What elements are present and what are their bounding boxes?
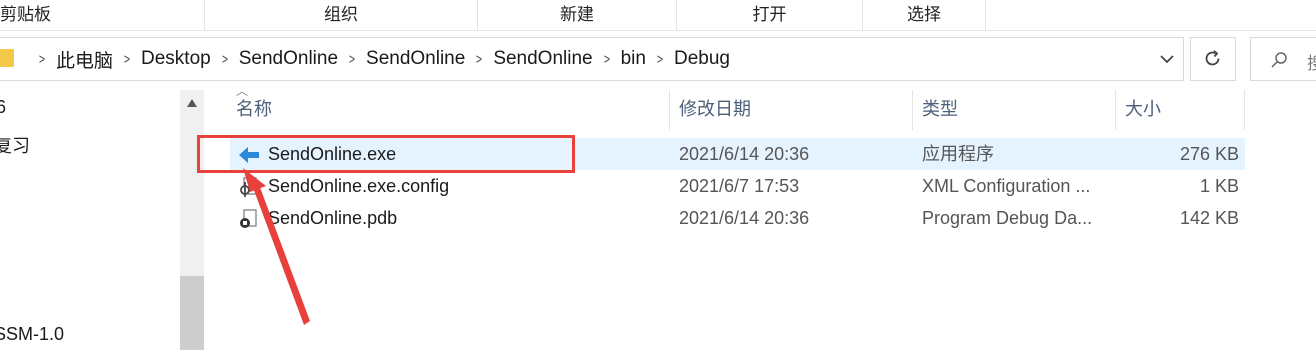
- pdb-file-icon: [240, 209, 257, 228]
- ribbon-group-select: 选择: [907, 5, 941, 24]
- search-placeholder: 搜: [1307, 54, 1316, 73]
- breadcrumb-sendonline-1[interactable]: SendOnline: [239, 48, 338, 70]
- chevron-down-icon[interactable]: [1158, 50, 1176, 68]
- column-header-type[interactable]: 类型: [922, 90, 958, 130]
- file-size: 1 KB: [1199, 176, 1239, 196]
- search-icon: [1271, 52, 1287, 68]
- file-date: 2021/6/14 20:36: [679, 208, 810, 228]
- ribbon-group-clipboard: 剪贴板: [0, 5, 51, 24]
- chevron-right-icon[interactable]: >: [35, 51, 49, 68]
- file-row-sendonline-exe-config[interactable]: SendOnline.exe.config 2021/6/7 17:53 XML…: [230, 170, 1245, 202]
- breadcrumb-bin[interactable]: bin: [621, 48, 646, 70]
- chevron-right-icon[interactable]: >: [472, 51, 486, 68]
- chevron-right-icon[interactable]: >: [218, 51, 232, 68]
- column-headers: 名称 修改日期 类型 大小: [205, 90, 1245, 130]
- column-divider[interactable]: [912, 90, 913, 130]
- folder-icon: [0, 49, 14, 67]
- column-divider[interactable]: [1115, 90, 1116, 130]
- ribbon-group-organize: 组织: [324, 5, 358, 24]
- column-divider[interactable]: [669, 90, 670, 130]
- file-size: 276 KB: [1179, 144, 1239, 164]
- breadcrumb-sendonline-3[interactable]: SendOnline: [493, 48, 592, 70]
- ribbon-group-new: 新建: [560, 5, 594, 24]
- scroll-up-icon[interactable]: [186, 98, 198, 108]
- nav-item-review[interactable]: 复习: [0, 132, 30, 158]
- chevron-right-icon[interactable]: >: [653, 51, 667, 68]
- file-name: SendOnline.exe.config: [268, 176, 450, 196]
- column-divider[interactable]: [1244, 90, 1245, 130]
- address-bar[interactable]: > 此电脑 > Desktop > SendOnline > SendOnlin…: [0, 37, 1184, 81]
- column-header-date[interactable]: 修改日期: [679, 90, 751, 130]
- search-box[interactable]: 搜: [1250, 37, 1316, 81]
- file-row-sendonline-pdb[interactable]: SendOnline.pdb 2021/6/14 20:36 Program D…: [230, 202, 1245, 234]
- config-file-icon: [240, 177, 257, 197]
- ribbon-group-open: 打开: [752, 5, 787, 24]
- breadcrumb-sendonline-2[interactable]: SendOnline: [366, 48, 465, 70]
- annotation-highlight-box: [197, 135, 575, 173]
- file-date: 2021/6/7 17:53: [679, 176, 800, 196]
- nav-scrollbar[interactable]: [180, 90, 204, 350]
- refresh-icon: [1205, 50, 1220, 66]
- ribbon-group-labels: 剪贴板 组织 新建 打开 选择: [0, 0, 1316, 31]
- file-size: 142 KB: [1179, 208, 1239, 228]
- file-name: SendOnline.pdb: [268, 208, 398, 228]
- breadcrumb-desktop[interactable]: Desktop: [141, 48, 211, 70]
- column-header-name[interactable]: 名称: [236, 90, 272, 130]
- nav-item-6[interactable]: 6: [0, 97, 6, 118]
- refresh-button[interactable]: [1190, 37, 1236, 81]
- file-type: XML Configuration ...: [922, 176, 1091, 196]
- ribbon-divider: [985, 0, 986, 30]
- chevron-right-icon[interactable]: >: [120, 51, 134, 68]
- nav-item-ssm[interactable]: SSM-1.0: [0, 324, 64, 345]
- file-date: 2021/6/14 20:36: [679, 144, 810, 164]
- file-type: 应用程序: [922, 144, 994, 164]
- scrollbar-thumb[interactable]: [180, 276, 204, 350]
- chevron-right-icon[interactable]: >: [345, 51, 359, 68]
- breadcrumb: > 此电脑 > Desktop > SendOnline > SendOnlin…: [28, 38, 730, 80]
- chevron-right-icon[interactable]: >: [600, 51, 614, 68]
- navigation-pane: 6 复习 SSM-1.0: [0, 90, 180, 350]
- column-header-size[interactable]: 大小: [1125, 90, 1161, 130]
- breadcrumb-debug[interactable]: Debug: [674, 48, 730, 70]
- breadcrumb-this-pc[interactable]: 此电脑: [56, 46, 113, 73]
- file-type: Program Debug Da...: [922, 208, 1093, 228]
